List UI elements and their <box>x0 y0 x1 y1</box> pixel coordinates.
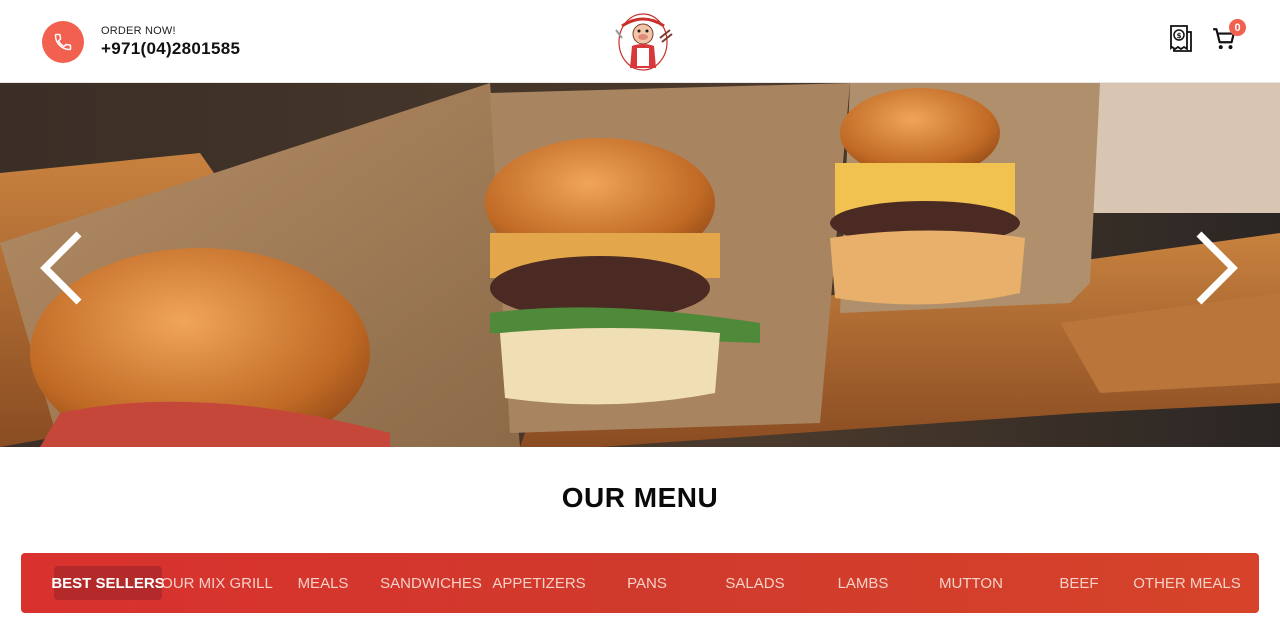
slider-prev-button[interactable] <box>30 228 90 308</box>
category-tab-appetizers[interactable]: APPETIZERS <box>488 566 590 600</box>
category-tab-best-sellers[interactable]: BEST SELLERS <box>51 566 165 600</box>
cart-count-badge: 0 <box>1229 19 1246 36</box>
burgers-photo <box>0 83 1280 447</box>
order-phone-number[interactable]: +971(04)2801585 <box>101 39 240 59</box>
slider-next-button[interactable] <box>1188 228 1248 308</box>
chevron-right-icon <box>1196 231 1238 305</box>
hero-slider <box>0 83 1280 447</box>
chevron-left-icon <box>40 231 82 305</box>
menu-title: OUR MENU <box>561 482 719 513</box>
category-tab-our-mix-grill[interactable]: OUR MIX GRILL <box>161 566 273 600</box>
restaurant-logo[interactable] <box>610 8 680 74</box>
phone-icon <box>54 33 72 51</box>
order-now-label: ORDER NOW! <box>101 25 176 37</box>
category-bar: BEST SELLERS OUR MIX GRILL MEALS SANDWIC… <box>21 553 1259 613</box>
phone-button[interactable] <box>42 21 84 63</box>
site-header: ORDER NOW! +971(04)2801585 $ 0 <box>0 0 1280 83</box>
category-tab-salads[interactable]: SALADS <box>704 566 806 600</box>
category-tab-meals[interactable]: MEALS <box>272 566 374 600</box>
category-tab-mutton[interactable]: MUTTON <box>920 566 1022 600</box>
svg-text:$: $ <box>1177 32 1182 40</box>
receipt-dollar-icon[interactable]: $ <box>1167 24 1195 54</box>
category-tab-beef[interactable]: BEEF <box>1022 566 1136 600</box>
category-tab-sandwiches[interactable]: SANDWICHES <box>374 566 488 600</box>
category-tab-pans[interactable]: PANS <box>590 566 704 600</box>
category-tab-other-meals[interactable]: OTHER MEALS <box>1133 566 1241 600</box>
category-tab-lambs[interactable]: LAMBS <box>806 566 920 600</box>
